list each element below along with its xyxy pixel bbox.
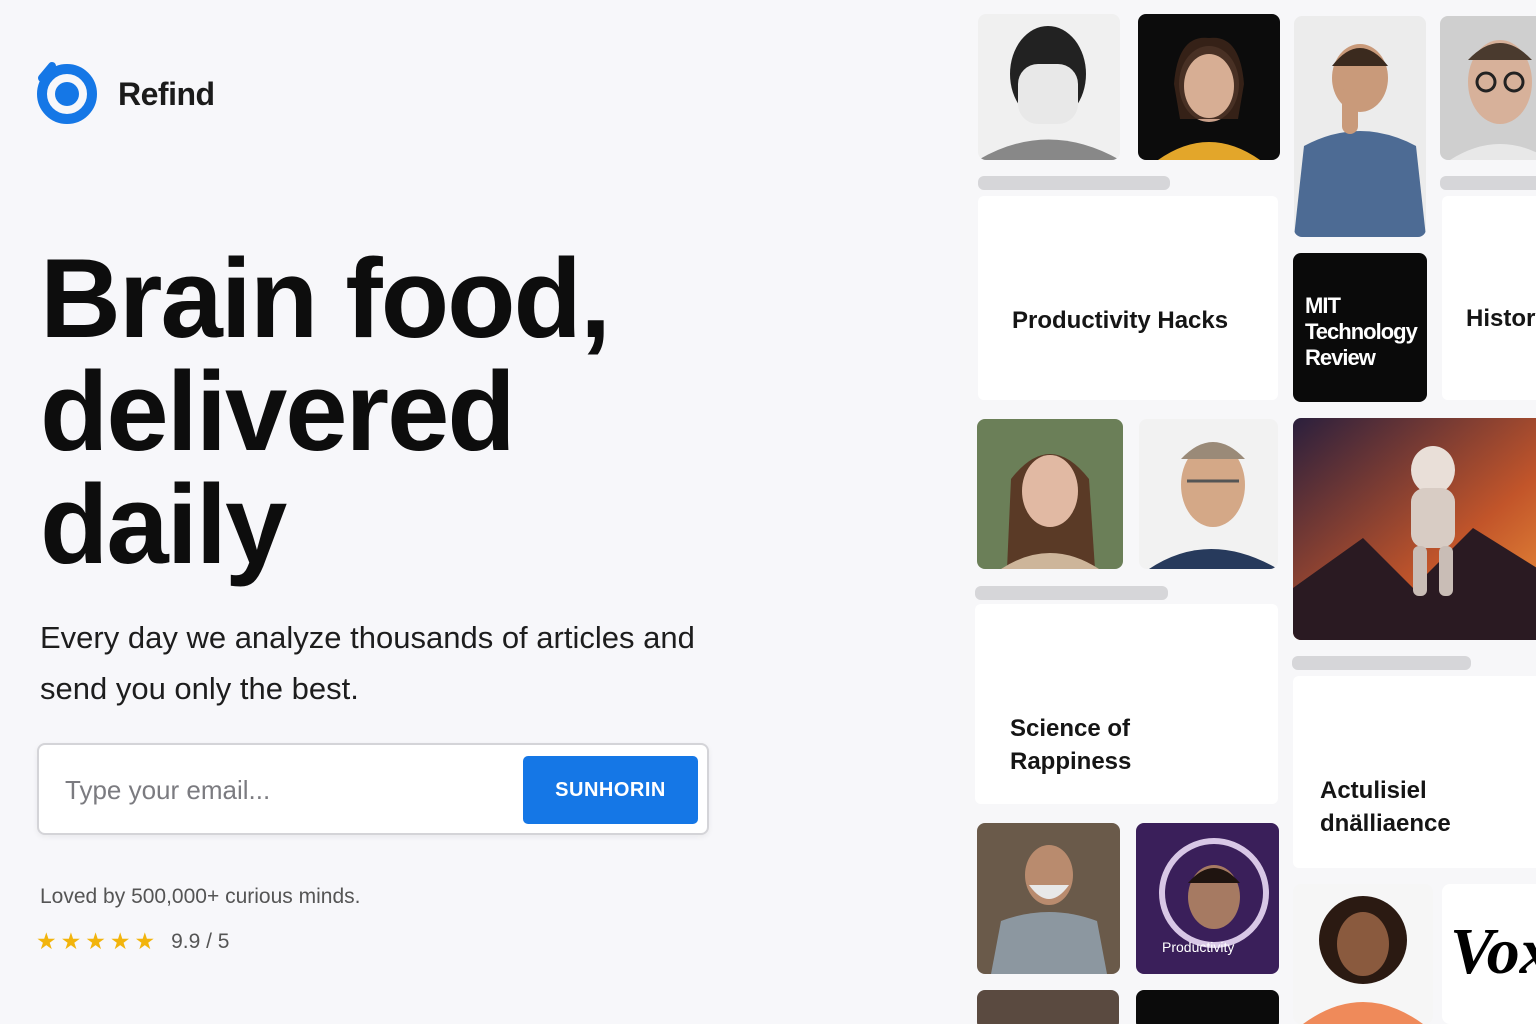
card-placeholder-bar bbox=[978, 176, 1170, 190]
card-overlay-label: Productivity bbox=[1162, 939, 1235, 955]
card-artificial-intelligence[interactable]: Actulisiel dnälliaence bbox=[1293, 676, 1536, 868]
content-gallery: Productivity Hacks MIT Technology Review… bbox=[960, 0, 1536, 1024]
card-placeholder-bar bbox=[1440, 176, 1536, 190]
email-input[interactable] bbox=[65, 769, 525, 811]
portrait-woman-long-hair[interactable] bbox=[977, 419, 1123, 569]
card-title: Actulisiel dnälliaence bbox=[1320, 777, 1451, 837]
portrait-elderly-man[interactable] bbox=[977, 823, 1120, 974]
card-placeholder-bar bbox=[1292, 656, 1471, 670]
star-rating-icon: ★★★★★ bbox=[36, 928, 160, 954]
card-title: History of Food bbox=[1466, 305, 1536, 332]
portrait-hands-over-face[interactable] bbox=[978, 14, 1120, 160]
brand-logo[interactable]: Refind bbox=[34, 58, 215, 130]
portrait-older-man-glasses[interactable] bbox=[1139, 419, 1278, 569]
card-history-of-food[interactable]: History of Food bbox=[1442, 196, 1536, 400]
rating: ★★★★★ 9.9 / 5 bbox=[36, 928, 230, 955]
portrait-smiling-woman-curly-hair[interactable] bbox=[1293, 884, 1433, 1024]
card-title: Science of Rappiness bbox=[1010, 715, 1132, 775]
subscribe-button[interactable]: SUNHORIN bbox=[523, 756, 698, 824]
vox-logo[interactable]: Vox bbox=[1442, 884, 1536, 1024]
mit-logo-text: MIT Technology Review bbox=[1305, 293, 1418, 370]
card-productivity-hacks[interactable]: Productivity Hacks bbox=[978, 196, 1278, 400]
vox-logo-text: Vox bbox=[1450, 915, 1536, 988]
social-proof-text: Loved by 500,000+ curious minds. bbox=[40, 885, 361, 908]
portrait-man-gesturing[interactable] bbox=[1294, 16, 1426, 237]
refind-logo-icon bbox=[34, 58, 100, 130]
card-placeholder-bar bbox=[975, 586, 1168, 600]
astronaut-woman-portrait[interactable]: Productivity bbox=[1136, 823, 1279, 974]
portrait-smiling-woman[interactable] bbox=[1138, 14, 1280, 160]
hero-subtitle: Every day we analyze thousands of articl… bbox=[40, 620, 695, 706]
card-science-of-happiness[interactable]: Science of Rappiness bbox=[975, 604, 1278, 804]
portrait-man-glasses[interactable] bbox=[1440, 16, 1536, 160]
hero-headline: Brain food, delivered daily bbox=[40, 236, 611, 587]
card-title: Productivity Hacks bbox=[1012, 307, 1229, 334]
partial-portrait-tile[interactable] bbox=[977, 990, 1119, 1024]
partial-dark-tile[interactable] bbox=[1136, 990, 1279, 1024]
rating-score: 9.9 / 5 bbox=[171, 929, 230, 953]
astronaut-illustration[interactable] bbox=[1293, 418, 1536, 640]
mit-technology-review-logo[interactable]: MIT Technology Review bbox=[1293, 253, 1427, 402]
signup-form: SUNHORIN bbox=[37, 743, 709, 835]
hero-section: Refind Brain food, delivered daily Every… bbox=[0, 0, 960, 1024]
brand-name: Refind bbox=[118, 75, 215, 112]
